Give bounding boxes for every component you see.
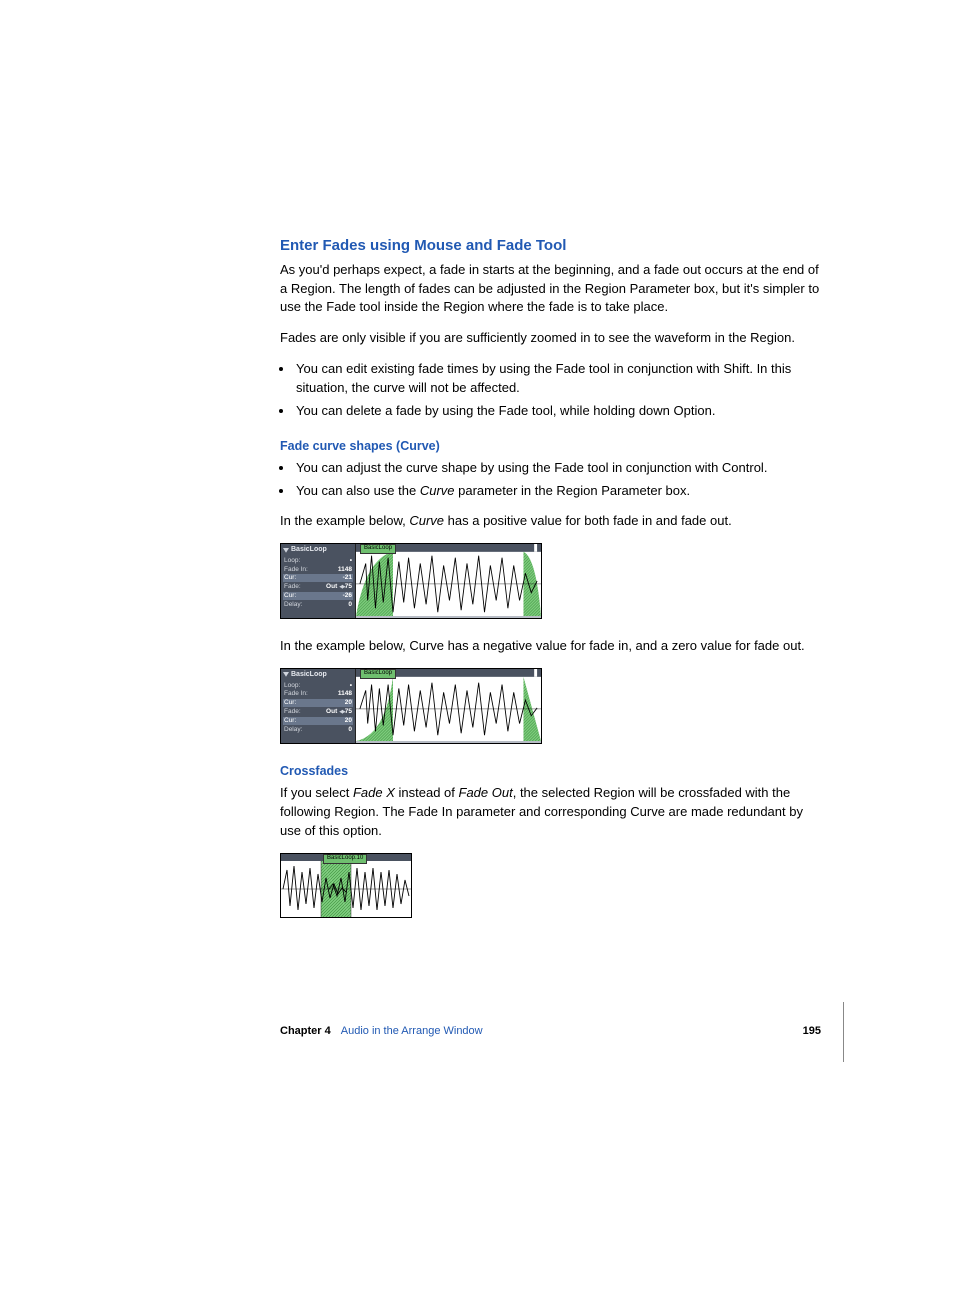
paragraph: As you'd perhaps expect, a fade in start…	[280, 261, 826, 318]
figure-negative-curve: BasicLoop Loop:• Fade In:1148 Cur:20 Fad…	[280, 668, 826, 744]
disclosure-triangle-icon	[283, 548, 289, 554]
waveform-region: BasicLoop.10	[280, 853, 412, 918]
region-parameter-panel: BasicLoop Loop:• Fade In:1148 Cur:20 Fad…	[281, 669, 355, 743]
region-name-tab: BasicLoop	[360, 669, 396, 679]
subheading-crossfades: Crossfades	[280, 762, 826, 780]
chapter-name: Audio in the Arrange Window	[341, 1024, 483, 1040]
list-item: You can also use the Curve parameter in …	[294, 482, 826, 501]
list-item: You can adjust the curve shape by using …	[294, 459, 826, 478]
region-name-tab: BasicLoop	[360, 544, 396, 554]
page-footer: Chapter 4 Audio in the Arrange Window 19…	[280, 1002, 844, 1062]
chapter-number: Chapter 4	[280, 1024, 331, 1040]
figure-crossfade: BasicLoop.10	[280, 853, 826, 918]
waveform-graphic	[356, 544, 541, 616]
page-number: 195	[803, 1024, 821, 1040]
disclosure-triangle-icon	[283, 672, 289, 678]
waveform-graphic	[356, 669, 541, 741]
bullet-list: You can edit existing fade times by usin…	[280, 360, 826, 421]
region-parameter-panel: BasicLoop Loop:• Fade In:1148 Cur:-21 Fa…	[281, 544, 355, 618]
section-heading: Enter Fades using Mouse and Fade Tool	[280, 235, 826, 257]
waveform-region: BasicLoop	[355, 669, 541, 743]
region-name-tab: BasicLoop.10	[323, 854, 367, 864]
paragraph: In the example below, Curve has a negati…	[280, 637, 826, 656]
subheading-fade-curve: Fade curve shapes (Curve)	[280, 437, 826, 455]
list-item: You can edit existing fade times by usin…	[294, 360, 826, 398]
figure-positive-curve: BasicLoop Loop:• Fade In:1148 Cur:-21 Fa…	[280, 543, 826, 619]
panel-title: BasicLoop	[291, 671, 327, 679]
bullet-list: You can adjust the curve shape by using …	[280, 459, 826, 501]
paragraph: In the example below, Curve has a positi…	[280, 512, 826, 531]
panel-title: BasicLoop	[291, 546, 327, 554]
list-item: You can delete a fade by using the Fade …	[294, 402, 826, 421]
waveform-region: BasicLoop	[355, 544, 541, 618]
paragraph: Fades are only visible if you are suffic…	[280, 329, 826, 348]
paragraph: If you select Fade X instead of Fade Out…	[280, 784, 826, 841]
